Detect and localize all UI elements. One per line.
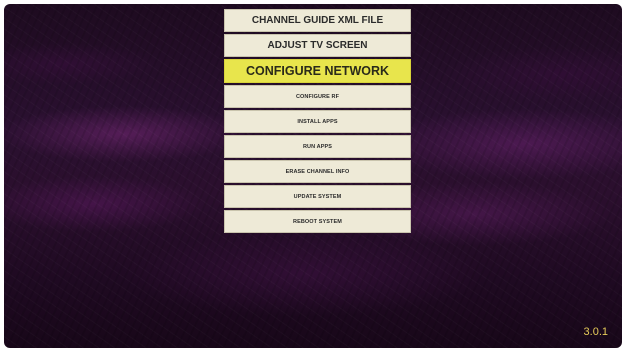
menu-item-adjust-tv-screen[interactable]: ADJUST TV SCREEN xyxy=(224,34,411,57)
menu-item-configure-rf[interactable]: CONFIGURE RF xyxy=(224,85,411,108)
menu-item-configure-network[interactable]: CONFIGURE NETWORK xyxy=(224,59,411,83)
menu-item-install-apps[interactable]: INSTALL APPS xyxy=(224,110,411,133)
menu-item-update-system[interactable]: UPDATE SYSTEM xyxy=(224,185,411,208)
menu-item-reboot-system[interactable]: REBOOT SYSTEM xyxy=(224,210,411,233)
tv-screen: CHANNEL GUIDE XML FILE ADJUST TV SCREEN … xyxy=(4,4,622,348)
menu-item-erase-channel-info[interactable]: ERASE CHANNEL INFO xyxy=(224,160,411,183)
menu-item-run-apps[interactable]: RUN APPS xyxy=(224,135,411,158)
menu-item-channel-guide-xml-file[interactable]: CHANNEL GUIDE XML FILE xyxy=(224,9,411,32)
settings-menu: CHANNEL GUIDE XML FILE ADJUST TV SCREEN … xyxy=(224,9,411,235)
version-label: 3.0.1 xyxy=(583,326,608,338)
